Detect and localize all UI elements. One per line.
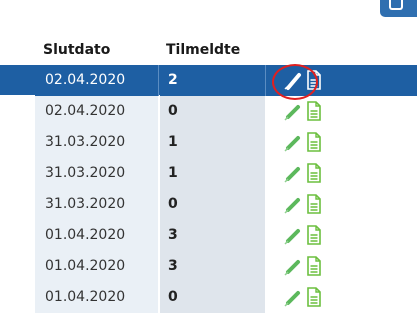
tray-icon: [389, 0, 403, 10]
table-header: Slutdato Tilmeldte: [0, 36, 417, 65]
date-cell: 31.03.2020: [35, 158, 159, 189]
table-row[interactable]: 31.03.2020 0: [0, 189, 417, 220]
document-icon[interactable]: [306, 287, 322, 307]
count-cell: 0: [160, 189, 266, 220]
table-row[interactable]: 01.04.2020 3: [0, 251, 417, 282]
date-cell: 02.04.2020: [35, 65, 159, 96]
count-cell: 3: [160, 251, 266, 282]
top-right-button[interactable]: [380, 0, 417, 17]
actions-cell: [266, 251, 417, 282]
count-cell: 1: [160, 127, 266, 158]
pencil-edit-icon[interactable]: [282, 102, 302, 122]
date-cell: 01.04.2020: [35, 220, 159, 251]
document-icon[interactable]: [306, 256, 322, 276]
table-row[interactable]: 02.04.2020 2: [0, 65, 417, 96]
date-cell: 02.04.2020: [35, 96, 159, 127]
count-cell: 2: [160, 65, 266, 96]
date-cell: 31.03.2020: [35, 189, 159, 220]
document-icon[interactable]: [306, 194, 322, 214]
count-cell: 3: [160, 220, 266, 251]
actions-cell: [266, 158, 417, 189]
date-cell: 31.03.2020: [35, 127, 159, 158]
header-slutdato[interactable]: Slutdato: [43, 42, 110, 58]
pencil-edit-icon[interactable]: [282, 226, 302, 246]
date-cell: 01.04.2020: [35, 251, 159, 282]
pencil-edit-icon[interactable]: [282, 71, 302, 91]
actions-cell: [266, 220, 417, 251]
document-icon[interactable]: [306, 225, 322, 245]
table-body: 02.04.2020 2 02.04.2020 0 31.03.2020 1 3…: [0, 65, 417, 313]
actions-cell: [266, 282, 417, 313]
pencil-edit-icon[interactable]: [282, 257, 302, 277]
actions-cell: [266, 189, 417, 220]
table-row[interactable]: 02.04.2020 0: [0, 96, 417, 127]
pencil-edit-icon[interactable]: [282, 288, 302, 308]
pencil-edit-icon[interactable]: [282, 164, 302, 184]
table-row[interactable]: 01.04.2020 0: [0, 282, 417, 313]
actions-cell: [266, 127, 417, 158]
pencil-edit-icon[interactable]: [282, 195, 302, 215]
table-row[interactable]: 31.03.2020 1: [0, 158, 417, 189]
header-tilmeldte[interactable]: Tilmeldte: [166, 42, 240, 58]
table-row[interactable]: 31.03.2020 1: [0, 127, 417, 158]
document-icon[interactable]: [306, 132, 322, 152]
count-cell: 0: [160, 282, 266, 313]
table-row[interactable]: 01.04.2020 3: [0, 220, 417, 251]
count-cell: 1: [160, 158, 266, 189]
document-icon[interactable]: [306, 70, 322, 90]
count-cell: 0: [160, 96, 266, 127]
actions-cell: [266, 65, 417, 96]
actions-cell: [266, 96, 417, 127]
document-icon[interactable]: [306, 101, 322, 121]
date-cell: 01.04.2020: [35, 282, 159, 313]
document-icon[interactable]: [306, 163, 322, 183]
pencil-edit-icon[interactable]: [282, 133, 302, 153]
